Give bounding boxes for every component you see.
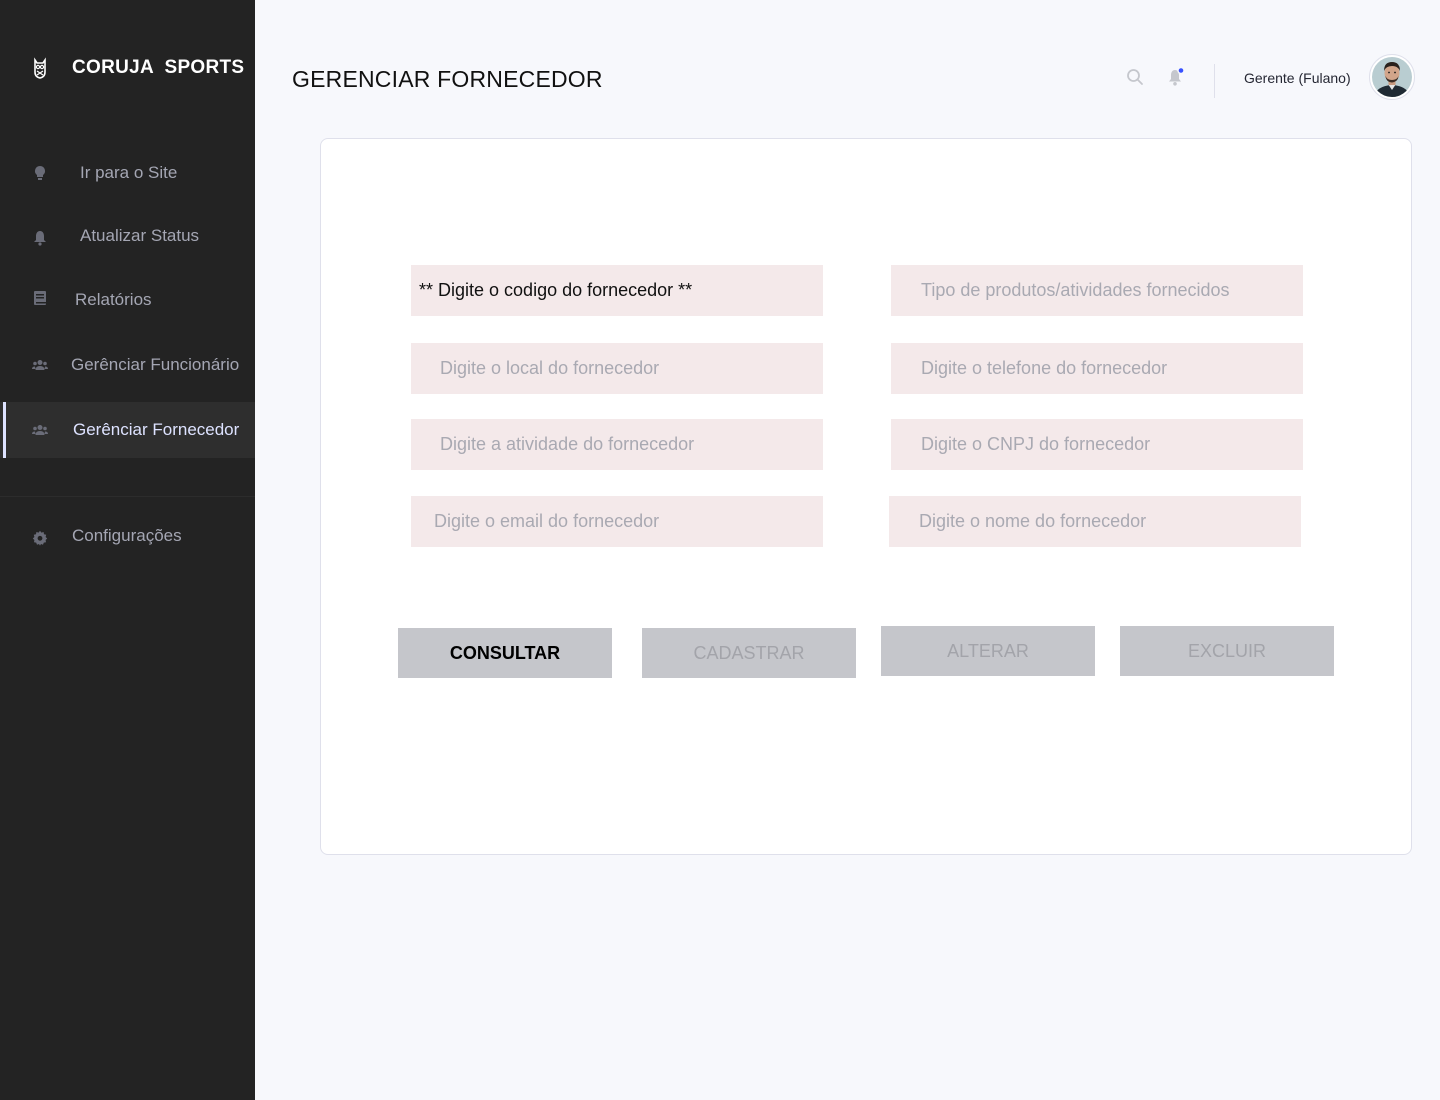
supplier-code-field[interactable] xyxy=(411,265,823,316)
sidebar-item-gerenciar-funcionario[interactable]: Gerênciar Funcionário xyxy=(0,337,255,393)
sidebar-item-label: Gerênciar Fornecedor xyxy=(73,420,240,439)
sidebar-item-configuracoes[interactable]: Configurações xyxy=(0,508,255,564)
user-name[interactable]: Gerente (Fulano) xyxy=(1244,70,1351,86)
page-title: GERENCIAR FORNECEDOR xyxy=(292,66,603,92)
users-icon xyxy=(32,422,48,438)
sidebar-item-relatorios[interactable]: Relatórios xyxy=(0,272,255,328)
brand-name: CORUJA SPORTS xyxy=(72,57,245,78)
sidebar-item-label: Configurações xyxy=(72,526,182,545)
supplier-phone-field[interactable] xyxy=(891,343,1303,394)
supplier-activity-field[interactable] xyxy=(411,419,823,470)
user-avatar-image xyxy=(1372,57,1412,97)
supplier-location-field[interactable] xyxy=(411,343,823,394)
search-icon[interactable] xyxy=(1126,68,1144,86)
cadastrar-button[interactable]: CADASTRAR xyxy=(642,628,856,678)
sidebar-item-label: Relatórios xyxy=(75,290,152,309)
supplier-product-type-field[interactable] xyxy=(891,265,1303,316)
sidebar-item-label: Ir para o Site xyxy=(80,163,178,182)
notification-bell-icon[interactable] xyxy=(1166,67,1186,87)
sidebar-item-label: Atualizar Status xyxy=(80,226,200,245)
sidebar: CORUJA SPORTS Ir para o Site Atualizar S… xyxy=(0,0,255,1100)
lightbulb-icon xyxy=(32,165,48,181)
users-icon xyxy=(32,357,48,373)
sidebar-item-ir-para-o-site[interactable]: Ir para o Site xyxy=(0,145,255,201)
sidebar-item-gerenciar-fornecedor[interactable]: Gerênciar Fornecedor xyxy=(0,402,255,458)
consultar-button[interactable]: CONSULTAR xyxy=(398,628,612,678)
gear-icon xyxy=(32,530,48,546)
supplier-email-field[interactable] xyxy=(411,496,823,547)
book-icon xyxy=(32,290,48,306)
avatar[interactable] xyxy=(1369,54,1415,100)
owl-logo-icon xyxy=(34,57,46,79)
alterar-button[interactable]: ALTERAR xyxy=(881,626,1095,676)
supplier-cnpj-field[interactable] xyxy=(891,419,1303,470)
bell-icon xyxy=(32,230,48,246)
excluir-button[interactable]: EXCLUIR xyxy=(1120,626,1334,676)
sidebar-item-atualizar-status[interactable]: Atualizar Status xyxy=(0,208,255,264)
supplier-name-field[interactable] xyxy=(889,496,1301,547)
sidebar-item-label: Gerênciar Funcionário xyxy=(71,355,240,374)
brand[interactable]: CORUJA SPORTS xyxy=(32,56,244,80)
header-divider xyxy=(1214,64,1215,98)
sidebar-divider xyxy=(0,496,255,497)
